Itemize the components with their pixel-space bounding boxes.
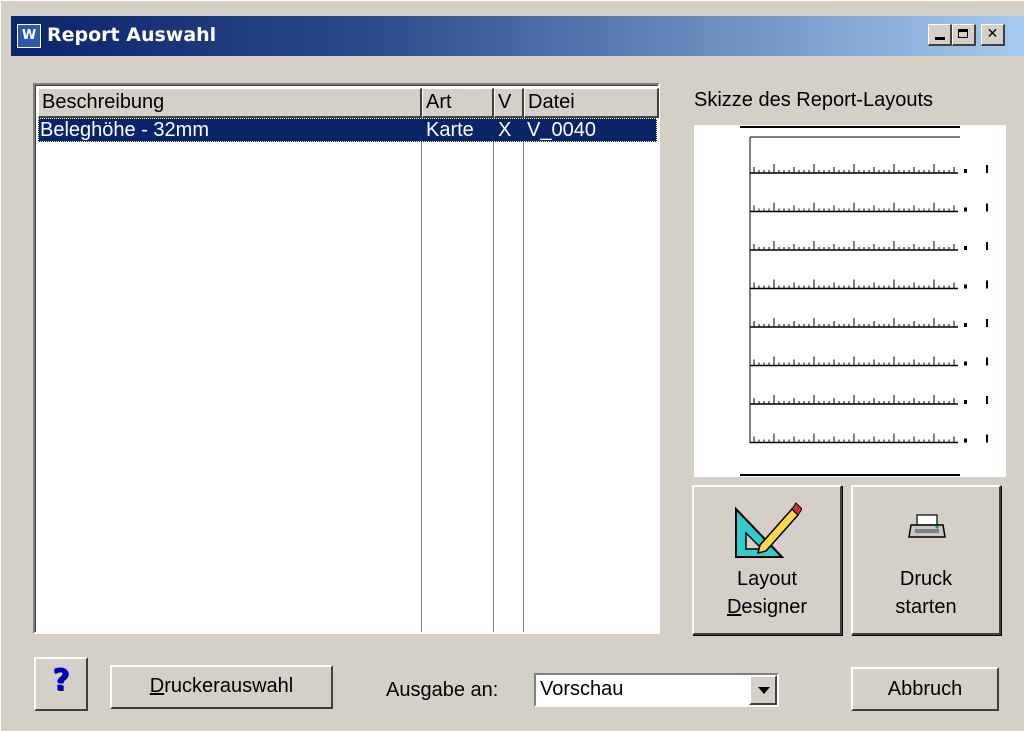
column-divider — [523, 118, 524, 632]
druck-starten-button[interactable]: Druck starten — [851, 485, 1001, 635]
ausgabe-select-value: Vorschau — [540, 678, 624, 700]
report-auswahl-window: W Report Auswahl ✕ Beschreibung Art V Da… — [0, 0, 1024, 731]
sketch-mark — [964, 361, 967, 366]
druck-starten-label-line2: starten — [895, 596, 957, 618]
layout-designer-label-line1: Layout — [736, 568, 798, 590]
app-logo-icon[interactable]: W — [17, 24, 41, 48]
column-header-datei[interactable]: Datei — [524, 88, 659, 118]
window-title: Report Auswahl — [47, 24, 217, 46]
sketch-mark — [964, 169, 967, 173]
sketch-mark — [986, 357, 988, 366]
sketch-mark — [986, 242, 988, 250]
cell-v: X — [498, 119, 512, 141]
layout-sketch-drawing — [740, 126, 988, 476]
sketch-label: Skizze des Report-Layouts — [694, 89, 934, 111]
report-layout-sketch — [694, 125, 1006, 477]
sketch-mark — [986, 280, 988, 289]
sketch-mark — [964, 207, 967, 212]
sketch-mark — [986, 203, 988, 212]
column-divider — [493, 118, 494, 632]
minimize-button[interactable] — [928, 24, 952, 46]
dropdown-arrow-icon[interactable] — [749, 675, 777, 705]
sketch-mark — [964, 400, 967, 404]
cell-datei: V_0040 — [527, 119, 596, 141]
close-button[interactable]: ✕ — [981, 24, 1005, 46]
sketch-mark — [964, 246, 967, 250]
sketch-mark — [986, 434, 988, 443]
layout-designer-label-line2: Designer — [726, 596, 808, 618]
column-header-art[interactable]: Art — [422, 88, 494, 118]
printer-icon — [908, 514, 946, 538]
cell-beschreibung: Beleghöhe - 32mm — [40, 119, 209, 141]
ausgabe-select[interactable]: Vorschau — [534, 673, 779, 707]
help-icon: ? — [52, 663, 70, 698]
druck-starten-label-line1: Druck — [899, 568, 953, 590]
layout-designer-button[interactable]: Layout Designer — [692, 485, 842, 635]
column-divider — [421, 118, 422, 632]
triangle-ruler-pencil-icon — [735, 502, 802, 558]
help-button[interactable]: ? — [34, 657, 88, 711]
sketch-mark — [986, 165, 988, 173]
column-header-beschreibung[interactable]: Beschreibung — [38, 88, 422, 118]
sketch-mark — [986, 396, 988, 404]
sketch-mark — [964, 284, 967, 289]
sketch-mark — [986, 319, 988, 327]
sketch-mark — [964, 323, 967, 327]
sketch-mark — [964, 438, 967, 443]
list-row-selected[interactable]: Beleghöhe - 32mm Karte X V_0040 — [38, 118, 657, 142]
report-list[interactable]: Beschreibung Art V Datei Beleghöhe - 32m… — [33, 83, 660, 634]
druckerauswahl-button[interactable]: Druckerauswahl — [110, 665, 333, 709]
title-bar[interactable]: W Report Auswahl ✕ — [11, 16, 1024, 56]
cell-art: Karte — [426, 119, 474, 141]
maximize-button[interactable] — [952, 24, 976, 46]
ausgabe-label: Ausgabe an: — [386, 679, 499, 701]
column-header-v[interactable]: V — [494, 88, 524, 118]
abbruch-button[interactable]: Abbruch — [851, 667, 999, 711]
